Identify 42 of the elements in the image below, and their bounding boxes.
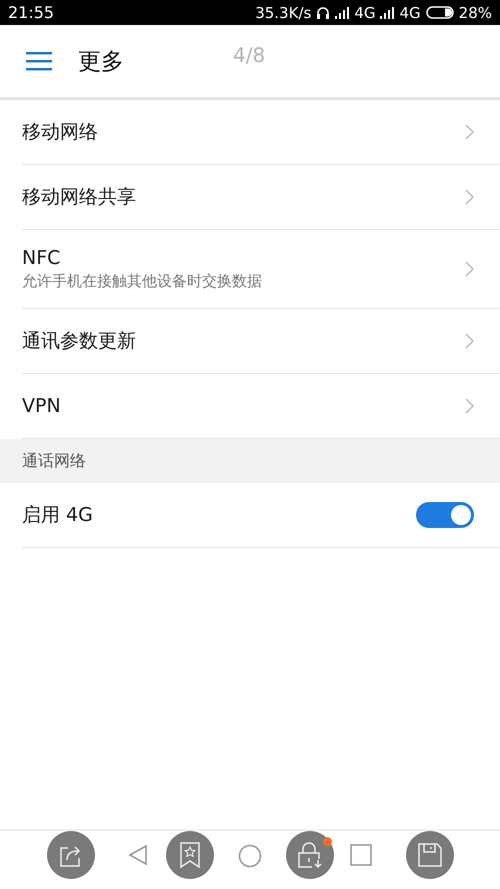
row-label: 移动网络	[22, 120, 98, 145]
chevron-icon	[465, 398, 474, 414]
lock-download-icon	[296, 841, 324, 869]
row-label: VPN	[22, 395, 61, 417]
overlay-button[interactable]	[47, 831, 95, 879]
settings-row[interactable]: 通讯参数更新	[22, 309, 500, 374]
battery-level: 28%	[458, 4, 492, 22]
chevron-icon	[465, 261, 474, 277]
network-type: 4G	[354, 4, 376, 22]
signal-icon	[335, 6, 350, 18]
overlay-button[interactable]	[286, 831, 334, 879]
back-icon[interactable]	[128, 844, 148, 866]
notification-dot	[323, 837, 332, 846]
chevron-icon	[465, 189, 474, 205]
settings-row[interactable]: 移动网络	[22, 100, 500, 165]
settings-row[interactable]: 启用 4G	[22, 483, 500, 548]
signal-icon	[380, 6, 394, 18]
network-speed: 35.3K/s	[255, 4, 312, 22]
row-label: 启用 4G	[22, 503, 93, 528]
menu-icon[interactable]	[26, 51, 52, 71]
headphones-icon	[316, 6, 330, 19]
chevron-icon	[465, 333, 474, 349]
row-label: NFC	[22, 247, 62, 269]
recent-apps-icon[interactable]	[350, 844, 372, 866]
page-title: 更多	[78, 48, 124, 76]
overlay-button[interactable]	[166, 831, 214, 879]
row-subtitle: 允许手机在接触其他设备时交换数据	[22, 272, 262, 291]
battery-icon	[426, 6, 454, 19]
status-time: 21:55	[8, 3, 54, 22]
overlay-button[interactable]	[406, 831, 454, 879]
save-icon	[417, 842, 443, 868]
row-label: 通讯参数更新	[22, 329, 136, 354]
toggle-switch[interactable]	[416, 502, 474, 528]
chevron-icon	[465, 124, 474, 140]
settings-row[interactable]: 移动网络共享	[22, 165, 500, 230]
row-label: 移动网络共享	[22, 185, 136, 210]
page-indicator: 4/8	[233, 43, 266, 67]
section-header: 通话网络	[0, 439, 500, 483]
home-icon[interactable]	[238, 844, 262, 868]
settings-row[interactable]: NFC 允许手机在接触其他设备时交换数据	[22, 230, 500, 309]
bookmark-star-icon	[179, 841, 201, 869]
network-type: 4G	[399, 4, 421, 22]
